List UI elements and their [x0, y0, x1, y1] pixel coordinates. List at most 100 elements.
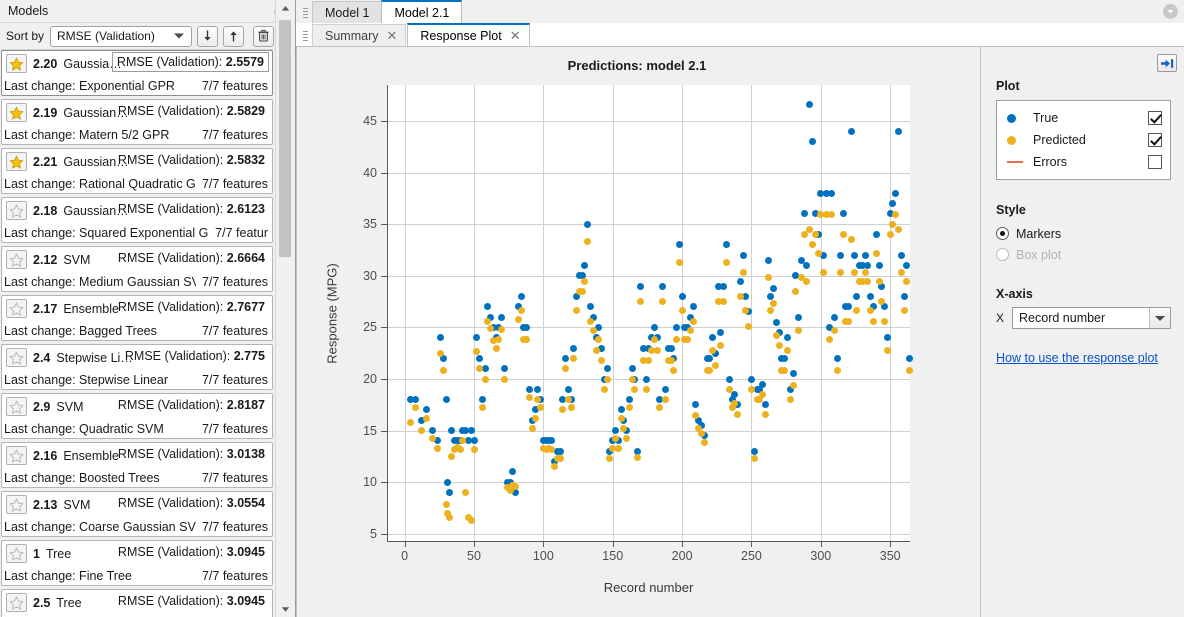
style-radio-label: Markers — [1016, 226, 1062, 241]
model-card[interactable]: 2.13 SVM RMSE (Validation): 3.0554 Last cha… — [1, 491, 273, 537]
sort-ascending-button[interactable] — [223, 25, 245, 47]
plot-axes[interactable]: 0 50 100 150 200 250 300 350 5 10 15 20 25 30 35 40 45 — [363, 85, 914, 563]
model-metric: RMSE (Validation): 2.6664 — [114, 249, 269, 267]
data-point — [872, 231, 880, 239]
favorite-star-icon[interactable] — [6, 250, 27, 269]
data-point — [617, 414, 625, 422]
scrollbar-thumb[interactable] — [279, 20, 291, 257]
sort-by-dropdown[interactable]: RMSE (Validation) — [50, 25, 193, 47]
scrollbar-track[interactable] — [276, 16, 294, 601]
favorite-star-icon[interactable] — [6, 54, 27, 73]
model-last-change: Last change: Rational Quadratic GPR — [4, 176, 196, 191]
model-metric: RMSE (Validation): 3.0138 — [114, 445, 269, 463]
data-point — [739, 251, 747, 259]
scroll-down-button[interactable] — [276, 601, 295, 617]
model-card[interactable]: 2.19 Gaussian… RMSE (Validation): 2.5829 La… — [1, 99, 273, 145]
document-tab[interactable]: Model 1 — [312, 1, 383, 23]
close-icon[interactable]: ✕ — [386, 29, 397, 42]
favorite-star-icon[interactable] — [6, 201, 27, 220]
radio-button[interactable] — [996, 227, 1009, 240]
data-point — [650, 323, 658, 331]
data-point — [725, 375, 733, 383]
favorite-star-icon[interactable] — [6, 593, 27, 612]
document-options-icon[interactable] — [1163, 4, 1178, 19]
data-point — [661, 385, 669, 393]
model-number: 1 — [33, 546, 40, 561]
favorite-star-icon[interactable] — [6, 348, 27, 367]
data-point — [861, 269, 869, 277]
model-last-change: Last change: Squared Exponential GPR — [4, 225, 210, 240]
data-point — [831, 313, 839, 321]
model-card[interactable]: 1 Tree RMSE (Validation): 3.0945 Last chang… — [1, 540, 273, 586]
data-point — [531, 414, 539, 422]
style-radio-row[interactable]: Box plot — [996, 244, 1171, 265]
model-card[interactable]: 2.16 Ensemble RMSE (Validation): 3.0138 Las… — [1, 442, 273, 488]
model-features: 7/7 features — [201, 127, 268, 142]
models-panel-title: Models — [8, 4, 49, 18]
x-axis-title: Record number — [603, 580, 694, 595]
data-point — [570, 344, 578, 352]
favorite-star-icon[interactable] — [6, 103, 27, 122]
close-icon[interactable]: ✕ — [510, 29, 521, 42]
model-number: 2.4 — [33, 350, 51, 365]
favorite-star-icon[interactable] — [6, 299, 27, 318]
model-card[interactable]: 2.20 Gaussia… RMSE (Validation): 2.5579 Las… — [1, 50, 273, 96]
model-card-footer: Last change: Squared Exponential GPR 7/7 … — [2, 223, 272, 242]
favorite-star-icon[interactable] — [6, 446, 27, 465]
model-number: 2.12 — [33, 252, 58, 267]
sort-by-label: Sort by — [6, 29, 45, 43]
chevron-down-icon[interactable] — [1149, 308, 1170, 328]
data-point — [631, 385, 639, 393]
sort-descending-button[interactable] — [197, 25, 219, 47]
model-last-change: Last change: Exponential GPR — [4, 78, 175, 93]
model-card[interactable]: 2.9 SVM RMSE (Validation): 2.8187 Last chan… — [1, 393, 273, 439]
favorite-star-icon[interactable] — [6, 495, 27, 514]
legend-line-icon — [1007, 161, 1033, 163]
model-last-change: Last change: Fine Tree — [4, 568, 132, 583]
data-point — [523, 323, 531, 331]
model-card-header: 2.16 Ensemble RMSE (Validation): 3.0138 — [2, 443, 272, 468]
legend-row: Errors — [1007, 151, 1162, 173]
model-card[interactable]: 2.12 SVM RMSE (Validation): 2.6664 Last cha… — [1, 246, 273, 292]
data-point — [587, 317, 595, 325]
legend-checkbox[interactable] — [1148, 155, 1162, 169]
collapse-panel-icon[interactable] — [1157, 54, 1177, 72]
help-link[interactable]: How to use the response plot — [996, 351, 1158, 365]
document-tab[interactable]: Model 2.1 — [381, 0, 463, 23]
legend-checkbox[interactable] — [1148, 111, 1162, 125]
data-point — [803, 262, 811, 270]
models-list-scrollbar[interactable] — [275, 0, 294, 617]
model-card[interactable]: 2.21 Gaussian… RMSE (Validation): 2.5832 La… — [1, 148, 273, 194]
delete-model-button[interactable] — [253, 25, 275, 47]
xaxis-dropdown[interactable]: Record number — [1012, 307, 1171, 329]
data-point — [439, 367, 447, 375]
favorite-star-icon[interactable] — [6, 397, 27, 416]
model-card[interactable]: 2.17 Ensemble RMSE (Validation): 2.7677 Las… — [1, 295, 273, 341]
data-point — [412, 404, 420, 412]
favorite-star-icon[interactable] — [6, 152, 27, 171]
model-features: 7/7 features — [201, 421, 268, 436]
scroll-up-button[interactable] — [276, 0, 295, 16]
data-point — [548, 437, 556, 445]
model-card[interactable]: 2.4 Stepwise Li… RMSE (Validation): 2.775 L… — [1, 344, 273, 390]
model-card[interactable]: 2.5 Tree RMSE (Validation): 3.0945 — [1, 589, 273, 617]
data-point — [831, 327, 839, 335]
legend-label: True — [1033, 111, 1059, 125]
models-list[interactable]: 2.20 Gaussia… RMSE (Validation): 2.5579 Las… — [0, 50, 295, 617]
data-point — [895, 225, 902, 233]
legend-checkbox[interactable] — [1148, 133, 1162, 147]
data-point — [459, 437, 467, 445]
x-tick — [682, 541, 684, 547]
data-point — [692, 401, 700, 409]
metric-label: RMSE (Validation): — [117, 447, 227, 461]
data-point — [437, 334, 445, 342]
sub-tab[interactable]: Response Plot ✕ — [407, 23, 530, 46]
style-radio-row[interactable]: Markers — [996, 223, 1171, 244]
data-point — [711, 362, 719, 370]
model-card[interactable]: 2.18 Gaussian… RMSE (Validation): 2.6123 La… — [1, 197, 273, 243]
data-point — [523, 336, 531, 344]
data-point — [764, 256, 772, 264]
data-point — [614, 444, 622, 452]
favorite-star-icon[interactable] — [6, 544, 27, 563]
sub-tab[interactable]: Summary ✕ — [312, 24, 407, 46]
